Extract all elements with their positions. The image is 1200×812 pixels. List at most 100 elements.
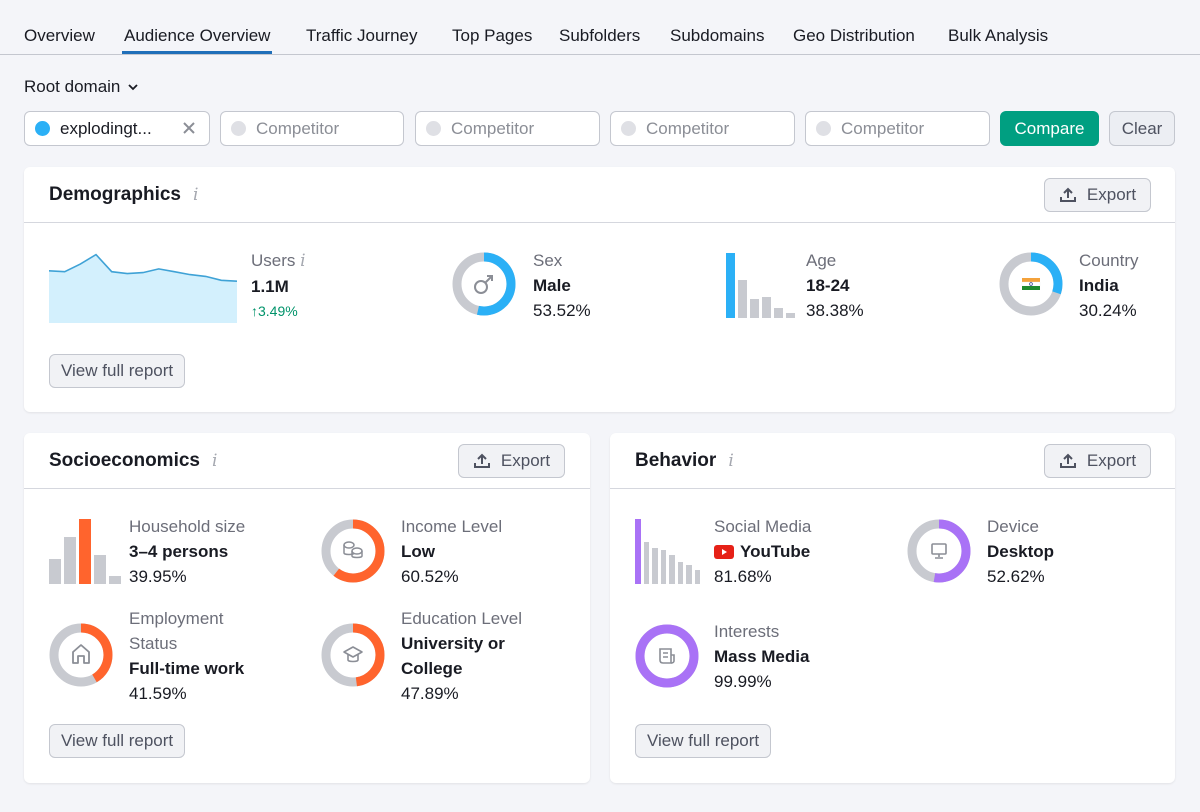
bar [64, 537, 76, 584]
root-domain-dropdown[interactable]: Root domain [24, 77, 139, 97]
country-label: Country [1079, 251, 1139, 270]
country-pct: 30.24% [1079, 301, 1137, 320]
newspaper-icon [659, 648, 675, 664]
domain-color-dot [35, 121, 50, 136]
age-metric: Age 18-24 38.38% [806, 248, 864, 323]
employment-metric: Employment Status Full-time work 41.59% [129, 606, 244, 706]
donut-segment [635, 624, 699, 688]
sex-pct: 53.52% [533, 301, 591, 320]
export-icon [1059, 453, 1076, 468]
education-metric: Education Level University or College 47… [401, 606, 522, 706]
export-icon [1059, 187, 1076, 202]
export-icon [473, 453, 490, 468]
bar [652, 548, 658, 584]
bar [49, 558, 61, 584]
bar [738, 279, 747, 318]
competitor-dot [816, 121, 831, 136]
socioeconomics-title: Socioeconomics [49, 450, 200, 471]
education-value-1: University or [401, 634, 505, 653]
users-sparkline [49, 253, 237, 323]
tab-audience-overview[interactable]: Audience Overview [121, 26, 273, 54]
users-metric: Users i 1.1M ↑3.49% [251, 248, 306, 324]
info-icon[interactable]: i [212, 451, 217, 471]
household-metric: Household size 3–4 persons 39.95% [129, 514, 245, 589]
export-label: Export [500, 451, 551, 470]
device-pct: 52.62% [987, 567, 1045, 586]
clear-domain-icon[interactable] [181, 120, 197, 136]
interests-metric: Interests Mass Media 99.99% [714, 619, 809, 694]
employment-pct: 41.59% [129, 684, 187, 703]
export-button[interactable]: Export [1044, 178, 1151, 212]
export-label: Export [1086, 185, 1137, 204]
bar [686, 565, 692, 584]
competitor-placeholder: Competitor [646, 118, 730, 138]
sex-value: Male [533, 276, 571, 295]
social-media-name: YouTube [740, 542, 811, 561]
info-icon[interactable]: i [193, 185, 198, 205]
bar [762, 296, 771, 318]
bar [726, 253, 735, 318]
social-media-value: YouTube [714, 539, 811, 564]
demographics-card: Demographics i Export Users i 1.1M ↑3.49… [24, 167, 1175, 412]
employment-value: Full-time work [129, 659, 245, 678]
employment-label-1: Employment [129, 609, 224, 628]
tab-subfolders[interactable]: Subfolders [559, 26, 640, 46]
income-metric: Income Level Low 60.52% [401, 514, 502, 589]
card-header: Socioeconomics i Export [24, 433, 590, 489]
export-button[interactable]: Export [1044, 444, 1151, 478]
view-full-report-button[interactable]: View full report [49, 724, 186, 758]
bar [774, 308, 783, 318]
card-title: Behavior i [635, 450, 734, 472]
interests-label: Interests [714, 622, 780, 641]
competitor-dot [231, 121, 246, 136]
social-media-metric: Social Media YouTube 81.68% [714, 514, 811, 589]
competitor-input-1[interactable]: Competitor [220, 111, 404, 146]
card-header: Behavior i Export [610, 433, 1175, 489]
root-domain-label: Root domain [24, 77, 121, 96]
tab-geo-distribution[interactable]: Geo Distribution [793, 26, 915, 46]
view-full-report-button[interactable]: View full report [635, 724, 772, 758]
bar [79, 519, 91, 584]
desktop-icon [931, 543, 947, 559]
info-icon[interactable]: i [300, 251, 305, 271]
competitor-input-3[interactable]: Competitor [610, 111, 795, 146]
chevron-down-icon [128, 84, 139, 91]
competitor-placeholder: Competitor [256, 118, 340, 138]
domain-input[interactable]: explodingt... [24, 111, 210, 146]
bar [635, 519, 641, 584]
tab-overview[interactable]: Overview [24, 26, 95, 46]
behavior-card: Behavior i Export Social Media YouTube 8… [610, 433, 1175, 783]
income-label: Income Level [401, 517, 503, 536]
bar [750, 298, 759, 318]
social-media-pct: 81.68% [714, 567, 772, 586]
bar [94, 555, 106, 584]
competitor-input-4[interactable]: Competitor [805, 111, 990, 146]
tab-traffic-journey[interactable]: Traffic Journey [306, 26, 418, 46]
competitor-dot [426, 121, 441, 136]
country-metric: Country India 30.24% [1079, 248, 1139, 323]
tab-subdomains[interactable]: Subdomains [670, 26, 765, 46]
card-header: Demographics i Export [24, 167, 1175, 223]
tab-bulk-analysis[interactable]: Bulk Analysis [948, 26, 1048, 46]
report-tabs: Overview Audience Overview Traffic Journ… [0, 0, 1200, 55]
india-flag-icon [1021, 278, 1041, 290]
users-label: Users i [251, 251, 306, 271]
education-donut [321, 623, 385, 687]
clear-button[interactable]: Clear [1109, 111, 1175, 146]
users-value: 1.1M [251, 277, 289, 296]
behavior-title: Behavior [635, 450, 717, 471]
export-label: Export [1086, 451, 1137, 470]
sex-donut [452, 252, 516, 316]
device-metric: Device Desktop 52.62% [987, 514, 1054, 589]
view-full-report-button[interactable]: View full report [49, 354, 186, 388]
card-title: Socioeconomics i [49, 450, 217, 472]
info-icon[interactable]: i [728, 451, 733, 471]
compare-button[interactable]: Compare [1000, 111, 1099, 146]
export-button[interactable]: Export [458, 444, 565, 478]
domain-value: explodingt... [60, 118, 152, 138]
competitor-input-2[interactable]: Competitor [415, 111, 600, 146]
tab-top-pages[interactable]: Top Pages [452, 26, 532, 46]
age-bars [726, 253, 795, 318]
age-value: 18-24 [806, 276, 850, 295]
competitor-dot [621, 121, 636, 136]
